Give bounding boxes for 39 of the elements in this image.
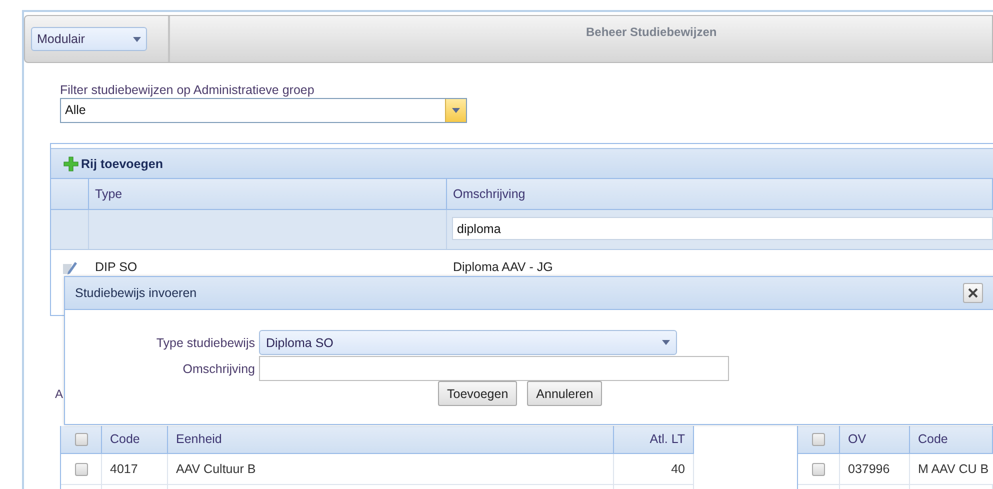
close-button[interactable] <box>963 283 983 303</box>
column-header[interactable]: Code <box>910 426 993 453</box>
column-header[interactable]: OV <box>840 426 910 453</box>
field-label: Omschrijving <box>182 362 256 376</box>
column-header[interactable]: Eenheid <box>168 426 614 453</box>
input-field[interactable] <box>259 356 729 381</box>
table-cell: 4017 <box>102 454 168 484</box>
caret-icon <box>133 36 141 42</box>
field-label: Type studiebewijs <box>155 336 256 350</box>
table-cell: AAV Cultuur B <box>168 454 614 484</box>
caret-icon <box>452 108 460 113</box>
column-header[interactable]: Code <box>102 426 168 453</box>
table-cell-text: Diploma AAV - JG <box>452 259 554 276</box>
caret-icon <box>662 340 670 345</box>
filter-label: Filter studiebewijzen op Administratieve groep <box>60 83 316 98</box>
table-cell: 037996 <box>840 454 910 484</box>
edit-icon[interactable] <box>62 260 78 276</box>
filter-input[interactable]: diploma <box>452 217 993 240</box>
checkbox[interactable] <box>74 433 88 446</box>
dialog-button[interactable]: Annuleren <box>527 381 602 406</box>
checkbox[interactable] <box>812 433 825 446</box>
checkbox[interactable] <box>74 462 88 476</box>
dialog-button[interactable]: Toevoegen <box>438 381 518 406</box>
type-select[interactable]: Diploma SO <box>259 330 677 355</box>
column-header[interactable]: Omschrijving <box>447 179 993 209</box>
close-icon <box>968 288 978 298</box>
group-combobox[interactable]: Alle <box>60 98 467 123</box>
table-cell: 40 <box>614 454 694 484</box>
column-header[interactable]: Type <box>89 179 447 209</box>
section-label: A <box>55 387 63 402</box>
table-cell: M AAV CU B <box>910 454 993 484</box>
page-title: Beheer Studiebewijzen <box>586 25 717 39</box>
mode-dropdown[interactable]: Modulair <box>31 27 147 51</box>
dialog-title: Studiebewijs invoeren <box>75 286 197 300</box>
checkbox[interactable] <box>812 462 825 476</box>
column-header[interactable]: Atl. LT <box>614 426 694 453</box>
plus-icon <box>63 156 79 172</box>
table-cell-text: DIP SO <box>94 259 138 276</box>
add-row-button[interactable]: Rij toevoegen <box>63 156 163 172</box>
